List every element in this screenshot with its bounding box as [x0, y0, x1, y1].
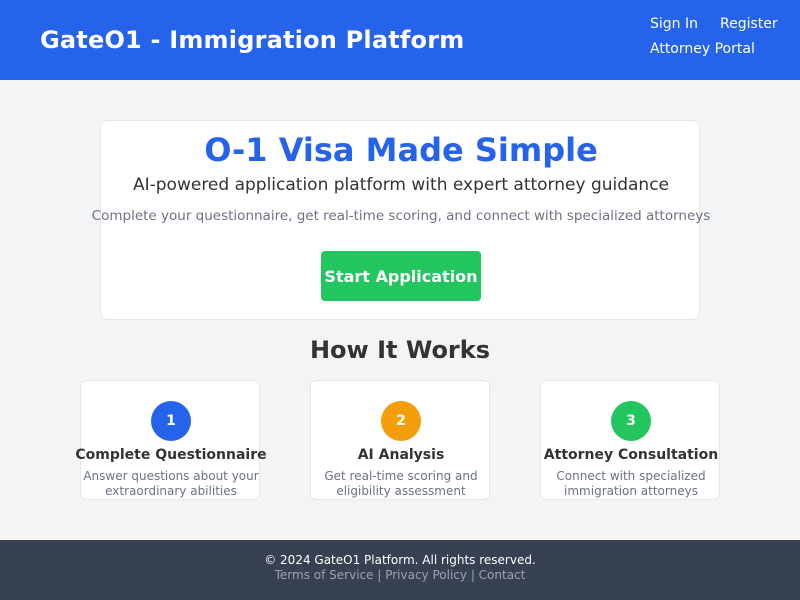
attorney-portal-link[interactable]: Attorney Portal [650, 41, 755, 57]
hero-description: Complete your questionnaire, get real-ti… [91, 208, 711, 224]
step-card-ai-analysis: 2 AI Analysis Get real-time scoring and … [310, 380, 490, 500]
main-content: O-1 Visa Made Simple AI-powered applicat… [0, 80, 800, 540]
step-card-attorney-consultation: 3 Attorney Consultation Connect with spe… [540, 380, 720, 500]
step-title: AI Analysis [357, 447, 445, 463]
contact-link[interactable]: Contact [479, 568, 526, 582]
top-header: GateO1 - Immigration Platform Sign In Re… [0, 0, 800, 80]
step-number-badge: 2 [381, 401, 421, 441]
step-description: Get real-time scoring and eligibility as… [324, 469, 478, 498]
brand-title[interactable]: GateO1 - Immigration Platform [40, 26, 465, 54]
hero-card: O-1 Visa Made Simple AI-powered applicat… [92, 120, 710, 320]
register-link[interactable]: Register [720, 16, 778, 32]
step-card-questionnaire: 1 Complete Questionnaire Answer question… [75, 380, 267, 500]
step-description: Connect with specialized immigration att… [556, 469, 706, 498]
hero-title: O-1 Visa Made Simple [204, 131, 598, 169]
terms-of-service-link[interactable]: Terms of Service [275, 568, 374, 582]
footer-separator: | [470, 568, 479, 582]
sign-in-link[interactable]: Sign In [650, 16, 698, 32]
footer-links: Terms of Service | Privacy Policy | Cont… [0, 568, 800, 582]
step-description: Answer questions about your extraordinar… [83, 469, 259, 498]
copyright-text: © 2024 GateO1 Platform. All rights reser… [264, 553, 536, 567]
step-title: Attorney Consultation [543, 447, 719, 463]
hero-subtitle: AI-powered application platform with exp… [132, 175, 670, 195]
step-number-badge: 3 [611, 401, 651, 441]
step-number-badge: 1 [151, 401, 191, 441]
page-footer: © 2024 GateO1 Platform. All rights reser… [0, 540, 800, 600]
step-title: Complete Questionnaire [75, 447, 267, 463]
start-application-button[interactable]: Start Application [321, 251, 481, 301]
privacy-policy-link[interactable]: Privacy Policy [385, 568, 467, 582]
how-it-works-title: How It Works [309, 336, 491, 364]
